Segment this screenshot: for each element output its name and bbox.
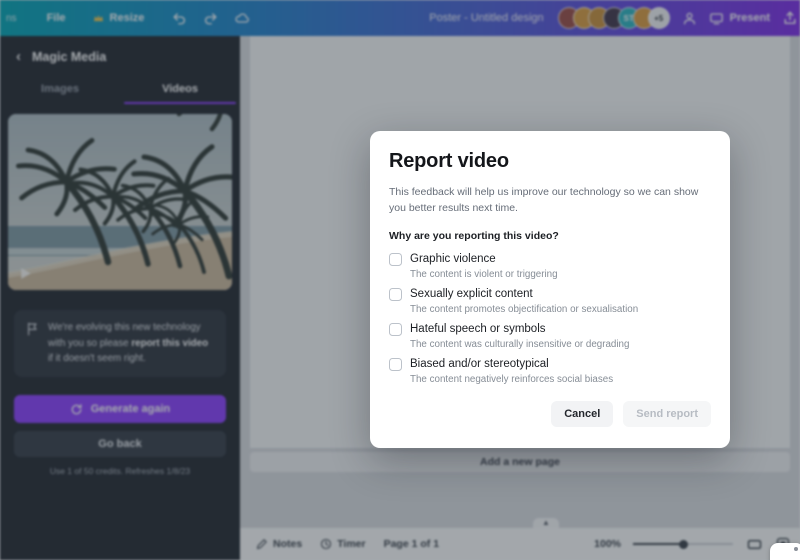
help-button[interactable] xyxy=(770,543,800,560)
send-report-button[interactable]: Send report xyxy=(623,400,711,427)
option-row[interactable]: Graphic violence xyxy=(389,252,711,266)
checkbox-graphic-violence[interactable] xyxy=(389,252,402,266)
report-option-graphic-violence: Graphic violence The content is violent … xyxy=(389,252,711,280)
option-description: The content was culturally insensitive o… xyxy=(410,338,630,350)
option-row[interactable]: Biased and/or stereotypical xyxy=(389,357,711,371)
cancel-button[interactable]: Cancel xyxy=(551,400,614,427)
option-label: Sexually explicit content xyxy=(410,288,533,301)
modal-title: Report video xyxy=(389,150,509,172)
report-option-sexually-explicit: Sexually explicit content The content pr… xyxy=(389,287,711,315)
checkbox-sexually-explicit[interactable] xyxy=(389,287,402,301)
modal-question: Why are you reporting this video? xyxy=(389,229,559,242)
option-row[interactable]: Sexually explicit content xyxy=(389,287,711,301)
option-label: Biased and/or stereotypical xyxy=(410,358,549,371)
report-options: Graphic violence The content is violent … xyxy=(389,252,711,385)
report-video-modal: Report video This feedback will help us … xyxy=(370,131,730,448)
report-option-biased: Biased and/or stereotypical The content … xyxy=(389,357,711,385)
report-option-hateful-speech: Hateful speech or symbols The content wa… xyxy=(389,322,711,350)
option-description: The content negatively reinforces social… xyxy=(410,373,614,385)
checkbox-biased[interactable] xyxy=(389,357,402,371)
checkbox-hateful-speech[interactable] xyxy=(389,322,402,336)
option-label: Hateful speech or symbols xyxy=(410,323,546,336)
modal-description: This feedback will help us improve our t… xyxy=(389,186,699,215)
modal-actions: Cancel Send report xyxy=(389,400,711,427)
option-description: The content is violent or triggering xyxy=(410,268,558,280)
option-label: Graphic violence xyxy=(410,253,496,266)
option-description: The content promotes objectification or … xyxy=(410,303,639,315)
option-row[interactable]: Hateful speech or symbols xyxy=(389,322,711,336)
